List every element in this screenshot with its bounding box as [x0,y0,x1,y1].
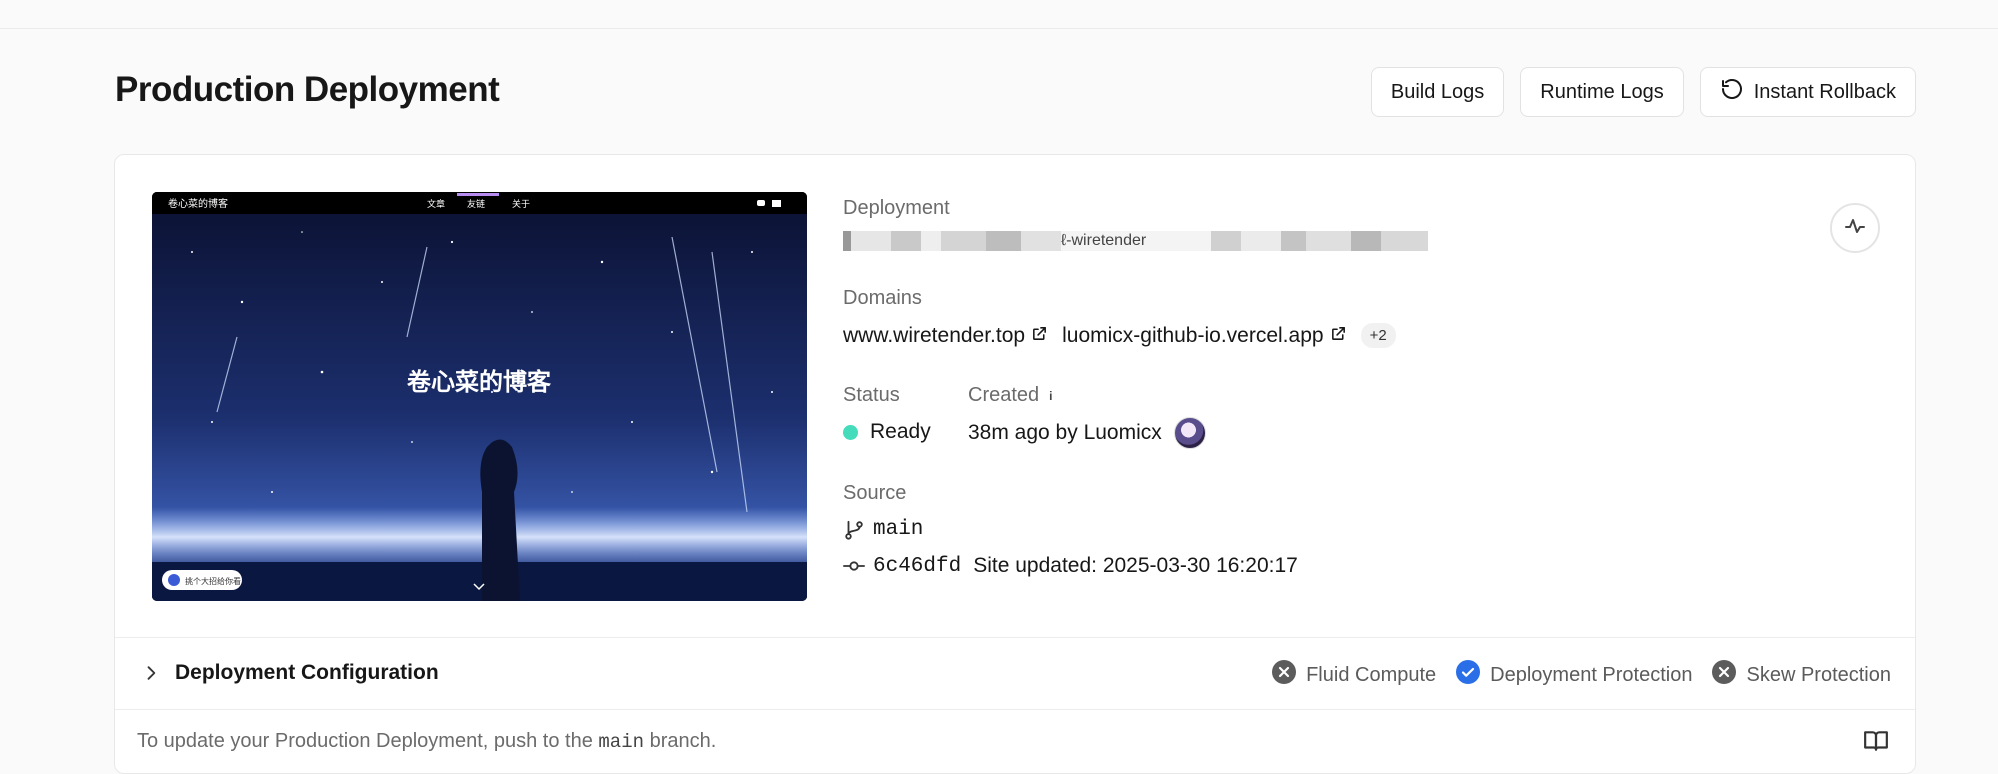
feature-skew-protection-label: Skew Protection [1746,663,1891,686]
external-link-icon [1330,324,1347,348]
runtime-logs-label: Runtime Logs [1540,80,1664,103]
status-label: Status [843,384,900,406]
deployment-preview[interactable]: 卷心菜的博客 文章 友链 关于 卷心菜的博客 挑个大招给你看 [152,192,807,601]
rollback-icon [1720,77,1744,107]
configuration-features: Fluid Compute Deployment Protection Skew… [1272,660,1891,690]
deployment-configuration-title: Deployment Configuration [175,661,439,684]
activity-icon [1843,214,1867,243]
enabled-check-icon [1456,660,1481,690]
footer-text-after: branch. [644,730,717,752]
header-actions: Build Logs Runtime Logs Instant Rollback [1370,67,1916,117]
commit-hash: 6c46dfd [873,554,962,578]
preview-nav-2: 友链 [467,198,485,210]
external-link-icon [1031,324,1048,348]
chevron-right-icon [141,662,161,689]
source-branch[interactable]: main [843,518,923,541]
status-text: Ready [870,420,931,443]
avatar[interactable] [1173,417,1206,449]
info-icon[interactable]: i [1049,389,1052,403]
preview-music-label: 挑个大招给你看 [185,576,241,586]
feature-deployment-protection: Deployment Protection [1456,660,1692,690]
deployment-card: 卷心菜的博客 文章 友链 关于 卷心菜的博客 挑个大招给你看 Deploymen… [114,154,1916,774]
deployment-url-redacted[interactable]: ℓ-wiretender [843,231,1428,251]
disabled-x-icon [1712,660,1737,690]
page-title: Production Deployment [115,70,500,109]
created-label-group: Created i [968,384,1053,407]
domains-label: Domains [843,287,922,309]
domain-link-1[interactable]: www.wiretender.top [843,324,1048,348]
preview-site-name: 卷心菜的博客 [168,197,228,210]
status-value: Ready [843,420,931,444]
instant-rollback-button[interactable]: Instant Rollback [1699,67,1916,117]
activity-button[interactable] [1830,203,1880,253]
preview-hero-title: 卷心菜的博客 [407,368,552,396]
footer-branch: main [598,731,645,753]
book-icon[interactable] [1863,728,1889,759]
deployment-configuration-row[interactable]: Deployment Configuration Fluid Compute D… [115,637,1915,710]
created-label: Created [968,384,1040,406]
feature-fluid-compute-label: Fluid Compute [1306,663,1437,686]
runtime-logs-button[interactable]: Runtime Logs [1520,67,1684,117]
footer-text-before: To update your Production Deployment, pu… [137,730,599,752]
build-logs-button[interactable]: Build Logs [1370,67,1505,117]
source-commit[interactable]: 6c46dfd Site updated: 2025-03-30 16:20:1… [843,554,1298,578]
footer-note: To update your Production Deployment, pu… [137,730,716,753]
more-domains-badge[interactable]: +2 [1360,323,1396,348]
deployment-label: Deployment [843,197,950,219]
created-value: 38m ago by Luomicx [968,417,1206,449]
status-dot [843,424,858,440]
disabled-x-icon [1272,660,1297,690]
branch-name: main [873,518,924,541]
domains-list: www.wiretender.top luomicx-github-io.ver… [843,323,1396,348]
build-logs-label: Build Logs [1390,80,1485,103]
domain-2-text: luomicx-github-io.vercel.app [1062,323,1324,347]
commit-message: Site updated: 2025-03-30 16:20:17 [973,554,1298,577]
feature-skew-protection: Skew Protection [1712,660,1891,690]
feature-deployment-protection-label: Deployment Protection [1490,663,1693,686]
deployment-url-fragment: ℓ-wiretender [1061,231,1211,251]
preview-nav-1: 文章 [427,198,445,210]
source-label: Source [843,482,907,504]
created-text: 38m ago by Luomicx [968,421,1162,444]
git-commit-icon [843,555,865,577]
top-bar [0,0,1998,29]
preview-nav-3: 关于 [512,198,530,210]
domain-1-text: www.wiretender.top [843,323,1026,347]
instant-rollback-label: Instant Rollback [1753,80,1896,103]
feature-fluid-compute: Fluid Compute [1272,660,1436,690]
git-branch-icon [843,519,865,541]
domain-link-2[interactable]: luomicx-github-io.vercel.app [1062,324,1346,348]
